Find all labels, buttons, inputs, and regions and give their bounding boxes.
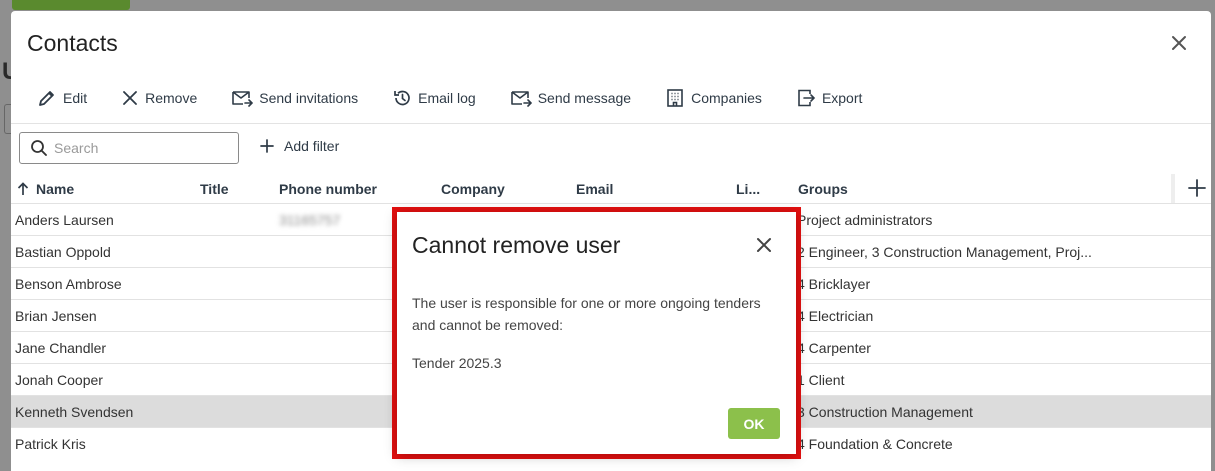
cell-groups: Project administrators — [797, 212, 933, 228]
cell-name: Jonah Cooper — [15, 372, 103, 388]
toolbar-divider — [11, 123, 1211, 124]
close-icon[interactable] — [753, 234, 775, 256]
send-message-label: Send message — [537, 90, 632, 106]
cell-groups: 2 Engineer, 3 Construction Management, P… — [797, 244, 1092, 260]
plus-icon — [260, 139, 274, 153]
companies-label: Companies — [691, 90, 762, 106]
building-icon — [667, 89, 683, 107]
panel-title: Contacts — [27, 30, 118, 56]
email-log-button[interactable]: Email log — [392, 88, 476, 108]
pencil-icon — [39, 91, 54, 106]
add-filter-label: Add filter — [284, 138, 340, 154]
cell-groups: 4 Bricklayer — [797, 276, 871, 292]
remove-button[interactable]: Remove — [121, 89, 197, 107]
close-icon[interactable] — [1168, 32, 1190, 54]
cannot-remove-dialog: Cannot remove user The user is responsib… — [397, 212, 796, 454]
search-icon — [31, 140, 47, 156]
cell-groups: 4 Foundation & Concrete — [797, 436, 953, 452]
remove-label: Remove — [145, 90, 198, 106]
cell-name: Kenneth Svendsen — [15, 404, 134, 420]
export-button[interactable]: Export — [796, 88, 862, 108]
cell-name: Anders Laursen — [15, 212, 114, 228]
history-icon — [394, 90, 410, 106]
cell-name: Benson Ambrose — [15, 276, 122, 292]
cell-name: Brian Jensen — [15, 308, 97, 324]
column-header-title[interactable]: Title — [200, 181, 229, 197]
column-header-name[interactable]: Name — [17, 181, 74, 197]
dialog-message: The user is responsible for one or more … — [412, 295, 761, 333]
export-label: Export — [821, 90, 863, 106]
cell-name: Bastian Oppold — [15, 244, 111, 260]
send-invitations-button[interactable]: Send invitations — [231, 88, 358, 108]
column-header-name-label: Name — [36, 181, 75, 197]
cell-groups: 4 Electrician — [797, 308, 874, 324]
column-resize-handle[interactable] — [1171, 174, 1175, 204]
toolbar: Edit Remove Send invitations Email log S… — [11, 81, 1211, 115]
edit-button[interactable]: Edit — [37, 88, 87, 108]
cell-name: Jane Chandler — [15, 340, 107, 356]
cell-groups: 3 Construction Management — [797, 404, 973, 420]
cell-groups: 4 Carpenter — [797, 340, 871, 356]
edit-label: Edit — [63, 90, 88, 106]
background-primary-button — [12, 0, 130, 10]
cell-phone: 31165757 — [279, 212, 341, 228]
column-header-groups[interactable]: Groups — [798, 181, 848, 197]
email-log-label: Email log — [418, 90, 476, 106]
ok-button[interactable]: OK — [728, 408, 780, 439]
send-message-button[interactable]: Send message — [510, 88, 631, 108]
x-icon — [123, 91, 138, 105]
envelope-arrow-icon — [232, 91, 254, 107]
search-input[interactable] — [54, 140, 224, 156]
dialog-title: Cannot remove user — [412, 232, 621, 258]
dialog-tender-name: Tender 2025.3 — [412, 355, 502, 371]
table-header: Name Title Phone number Company Email Li… — [11, 174, 1211, 204]
search-box[interactable] — [19, 132, 239, 164]
column-header-phone[interactable]: Phone number — [279, 181, 377, 197]
cell-groups: 1 Client — [797, 372, 845, 388]
sort-asc-icon — [17, 182, 29, 195]
column-header-li[interactable]: Li... — [736, 181, 760, 197]
cell-name: Patrick Kris — [15, 436, 86, 452]
envelope-arrow-icon — [510, 91, 532, 107]
send-invitations-label: Send invitations — [259, 90, 359, 106]
companies-button[interactable]: Companies — [665, 88, 762, 108]
add-column-icon[interactable] — [1186, 177, 1208, 199]
column-header-company[interactable]: Company — [441, 181, 505, 197]
column-header-email[interactable]: Email — [576, 181, 613, 197]
add-filter-button[interactable]: Add filter — [259, 138, 339, 154]
export-icon — [798, 89, 816, 107]
